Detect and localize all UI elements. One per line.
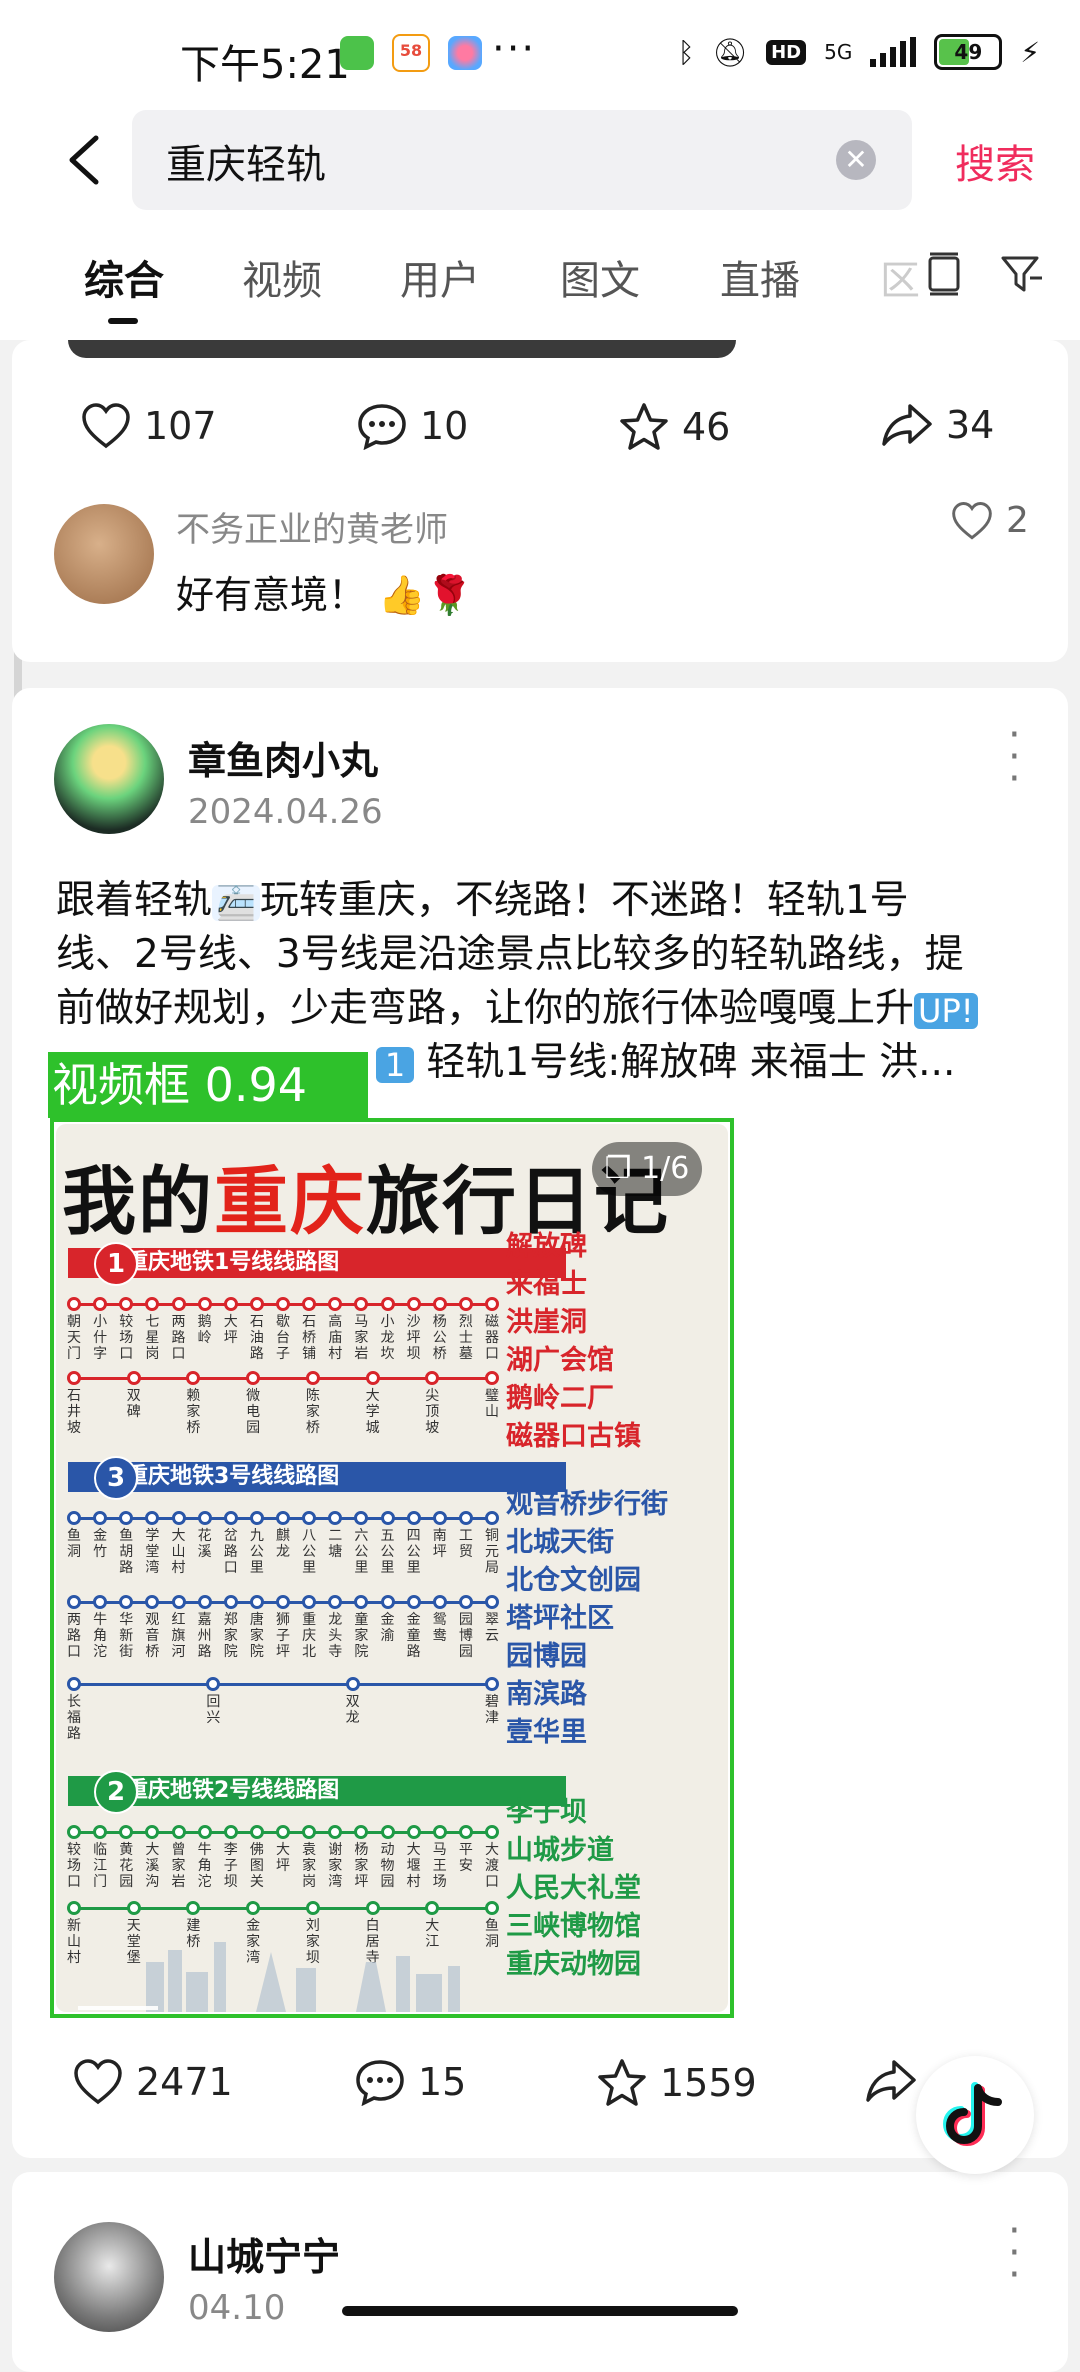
comment-icon [358,404,406,450]
bluetooth-icon: ᛒ [677,35,695,69]
app-notification-icon [340,36,374,70]
share-action[interactable]: 34 [880,402,994,448]
tab-live[interactable]: 直播 [720,248,800,306]
comment-text: 好有意境！ 👍🌹 [176,573,473,617]
train-emoji-icon: 🚈 [212,884,260,921]
rose-icon: 🌹 [425,573,473,617]
comment-count: 15 [418,2060,467,2104]
post-card-next: 山城宁宁 04.10 · · · [12,2172,1068,2372]
thumbs-up-icon: 👍 [378,573,426,617]
post-date: 04.10 [188,2288,286,2328]
douyin-float-button[interactable] [916,2056,1034,2174]
author-name[interactable]: 章鱼肉小丸 [188,730,378,785]
like-count: 107 [144,404,217,448]
post-image-bottom[interactable] [68,340,736,358]
share-icon [866,2060,916,2102]
status-app-icons: 58 [340,34,482,72]
post-card-previous: 107 10 46 34 不务正业的黄老师 好有意境！ 👍🌹 2 [12,340,1068,662]
status-time: 下午5:21 [180,42,350,88]
home-indicator[interactable] [342,2306,738,2316]
share-count: 34 [946,403,995,447]
battery-icon: 49 [934,34,1003,70]
clear-search-icon[interactable]: ✕ [836,140,876,180]
video-frame-detection-box [50,1118,734,2018]
tab-more-partial[interactable]: 区 [880,248,920,306]
heart-icon [82,403,130,449]
author-avatar[interactable] [54,724,164,834]
filter-icon[interactable] [1000,254,1044,294]
douyin-logo-icon [942,2082,1002,2147]
favorite-count: 46 [682,405,731,449]
tab-video[interactable]: 视频 [242,248,322,306]
share-action[interactable] [864,2058,918,2104]
star-icon [598,2059,646,2106]
comment-icon [356,2060,404,2106]
favorite-count: 1559 [660,2061,757,2105]
more-options-icon[interactable]: · · · [1008,2211,1021,2295]
active-tab-indicator [108,318,138,324]
commenter-avatar[interactable] [54,504,154,604]
favorite-action[interactable]: 1559 [596,2058,757,2108]
tab-image-text[interactable]: 图文 [560,248,640,306]
tab-comprehensive[interactable]: 综合 [84,248,164,306]
number-one-emoji-icon: 1 [376,1046,414,1083]
comment-action[interactable]: 15 [354,2058,466,2106]
up-emoji-icon: UP! [914,992,978,1029]
signal-icon [870,37,917,67]
search-header: 重庆轻轨 ✕ 搜索 [0,110,1080,230]
network-label: 5G [824,40,853,64]
more-options-icon[interactable]: · · · [1008,715,1021,799]
like-count: 2471 [136,2060,233,2104]
comment-action[interactable]: 10 [356,402,468,450]
author-avatar[interactable] [54,2222,164,2332]
comment-like-count: 2 [1006,500,1029,541]
search-button[interactable]: 搜索 [955,132,1035,190]
post-date: 2024.04.26 [188,792,383,832]
like-action[interactable]: 2471 [72,2058,233,2106]
star-icon [620,403,668,450]
status-bar: 下午5:21 58 ··· ᛒ 🔕︎ HD 5G 49 ⚡ [0,0,1080,110]
app-58-icon: 58 [392,34,430,72]
heart-icon [74,2059,122,2105]
app-cloud-icon [448,36,482,70]
post-text-line: 线、2号线、3号线是沿途景点比较多的轻轨路线，提 [56,932,964,977]
search-query[interactable]: 重庆轻轨 [166,132,326,190]
heart-icon [952,501,992,539]
tab-users[interactable]: 用户 [400,248,480,306]
post-text-line: 跟着轻轨 🚈 玩转重庆，不绕路！不迷路！轻轨1号 [56,878,909,923]
like-action[interactable]: 107 [80,402,217,450]
tab-bar: 综合 视频 用户 图文 直播 区 [0,230,1080,340]
tab-list-icon[interactable] [926,252,962,296]
share-icon [882,404,932,446]
video-frame-detection-label: 视频框 0.94 [48,1052,368,1118]
status-indicators: ᛒ 🔕︎ HD 5G 49 ⚡ [678,34,1040,70]
comment-count: 10 [420,404,469,448]
favorite-action[interactable]: 46 [618,402,730,452]
charging-icon: ⚡ [1020,35,1040,69]
author-name[interactable]: 山城宁宁 [188,2226,340,2281]
hd-icon: HD [766,39,807,65]
post-text-line: 前做好规划，少走弯路，让你的旅行体验嘎嘎上升 UP! [56,982,1016,1036]
mute-icon: 🔕︎ [712,35,749,69]
commenter-name[interactable]: 不务正业的黄老师 [176,502,448,551]
back-arrow-icon[interactable] [58,130,118,190]
more-notifications-icon: ··· [492,26,537,72]
comment-like-action[interactable]: 2 [950,500,1029,541]
